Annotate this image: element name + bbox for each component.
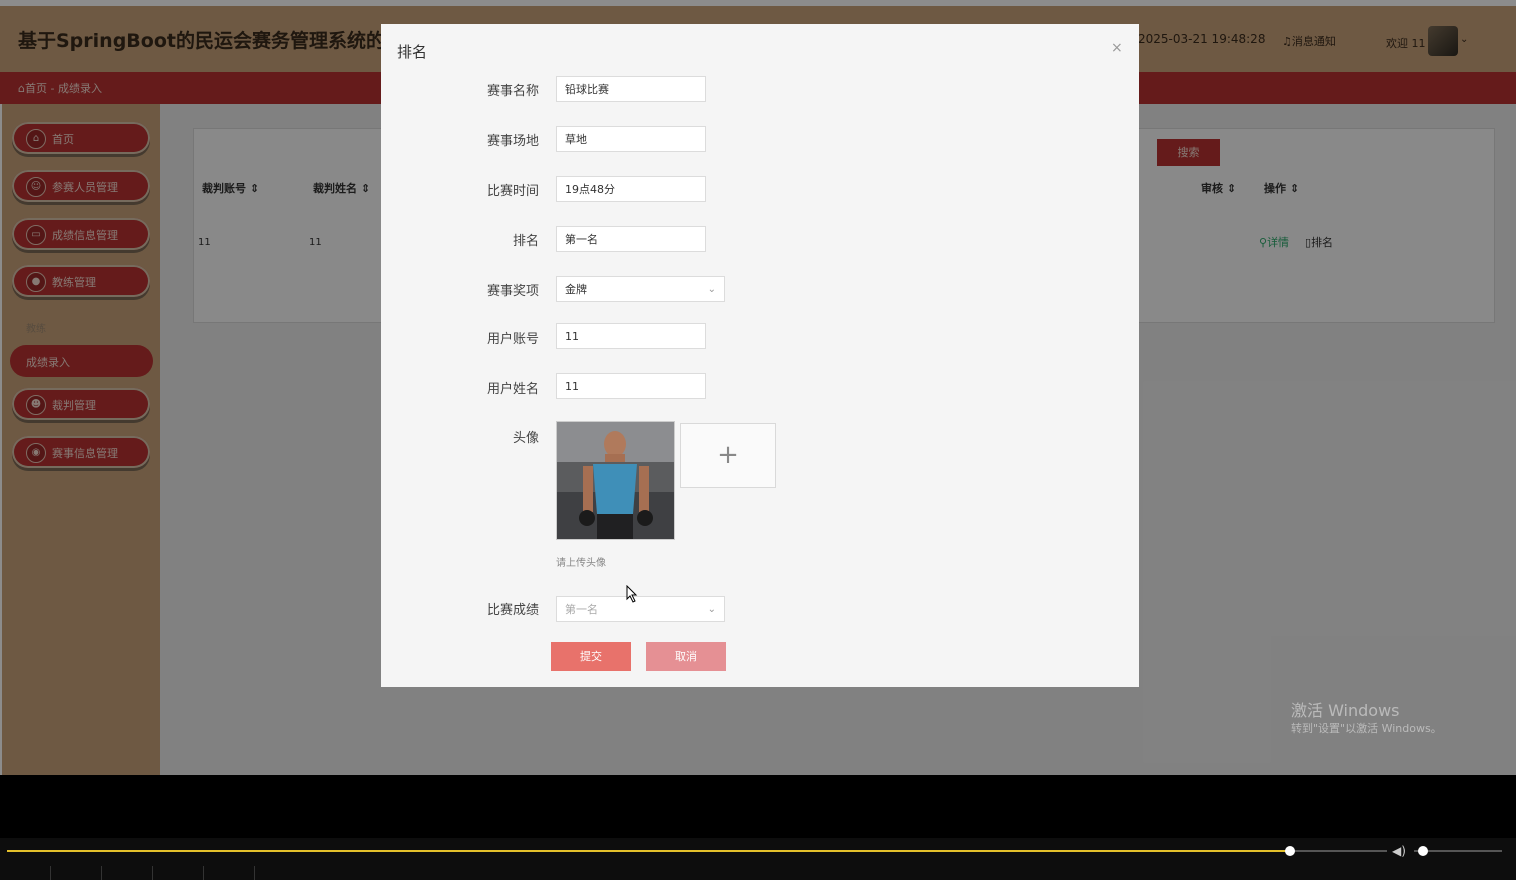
chevron-down-icon: ⌄ xyxy=(707,284,716,295)
account-input[interactable]: 11 xyxy=(556,323,706,349)
player-segment xyxy=(0,866,51,880)
award-select-value: 金牌 xyxy=(565,283,587,296)
venue-label: 赛事场地 xyxy=(486,134,539,149)
volume-icon[interactable]: ◀) xyxy=(1392,844,1406,858)
avatar-preview-image[interactable] xyxy=(556,421,675,540)
avatar-label: 头像 xyxy=(512,431,539,446)
score-select-value: 第一名 xyxy=(565,603,598,616)
time-label: 比赛时间 xyxy=(486,184,539,199)
dialog-title: 排名 xyxy=(397,43,428,61)
windows-watermark-subtitle: 转到"设置"以激活 Windows。 xyxy=(1291,722,1442,735)
cancel-button[interactable]: 取消 xyxy=(646,642,726,671)
award-label: 赛事奖项 xyxy=(486,284,539,299)
avatar-upload-tip: 请上传头像 xyxy=(556,558,606,569)
score-select[interactable]: 第一名 ⌄ xyxy=(556,596,725,622)
windows-watermark-title: 激活 Windows xyxy=(1291,701,1400,720)
event-name-input[interactable]: 铅球比赛 xyxy=(556,76,706,102)
seek-handle[interactable] xyxy=(1285,846,1295,856)
browser-viewport: 基于SpringBoot的民运会赛务管理系统的设 2025-03-21 19:4… xyxy=(0,0,1516,775)
player-segment xyxy=(204,866,255,880)
chevron-down-icon: ⌄ xyxy=(707,604,716,615)
plus-icon: + xyxy=(717,440,739,470)
rank-dialog: 排名 × 赛事名称 铅球比赛 赛事场地 草地 比赛时间 19点48分 排名 第一… xyxy=(381,24,1139,687)
seek-bar-progress xyxy=(7,850,1290,852)
player-segment xyxy=(51,866,102,880)
close-icon[interactable]: × xyxy=(1111,40,1123,56)
username-label: 用户姓名 xyxy=(486,382,539,397)
rank-input[interactable]: 第一名 xyxy=(556,226,706,252)
player-segment xyxy=(102,866,153,880)
rank-label: 排名 xyxy=(512,234,539,249)
mouse-cursor-icon xyxy=(626,585,638,603)
account-label: 用户账号 xyxy=(486,332,539,347)
upload-avatar-button[interactable]: + xyxy=(680,423,776,488)
submit-button[interactable]: 提交 xyxy=(551,642,631,671)
volume-handle[interactable] xyxy=(1418,846,1428,856)
venue-input[interactable]: 草地 xyxy=(556,126,706,152)
event-name-label: 赛事名称 xyxy=(486,84,539,99)
score-label: 比赛成绩 xyxy=(486,603,539,618)
time-input[interactable]: 19点48分 xyxy=(556,176,706,202)
award-select[interactable]: 金牌 ⌄ xyxy=(556,276,725,302)
player-segment xyxy=(153,866,204,880)
username-input[interactable]: 11 xyxy=(556,373,706,399)
